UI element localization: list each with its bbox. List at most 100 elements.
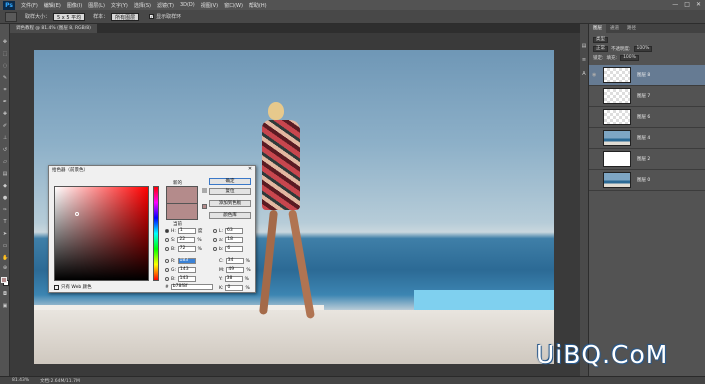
tab-layers[interactable]: 图层	[589, 24, 606, 33]
zoom-level[interactable]: 81.43%	[12, 378, 29, 383]
layer-row[interactable]: 图层 6	[589, 107, 705, 128]
checkbox-checked[interactable]: ✓	[149, 14, 155, 19]
sample-size-select[interactable]: 5 x 5 平均	[53, 12, 86, 21]
close-button[interactable]: ✕	[696, 1, 701, 8]
dodge-tool-icon[interactable]: ●	[2, 196, 8, 201]
tab-paths[interactable]: 路径	[623, 24, 640, 33]
add-to-swatches-button[interactable]: 添加到色板	[209, 200, 251, 207]
checkbox-unchecked[interactable]	[54, 284, 59, 290]
black-unit: %	[245, 285, 250, 291]
move-tool-icon[interactable]: ✥	[2, 40, 8, 45]
history-brush-tool-icon[interactable]: ↺	[2, 148, 8, 153]
menu-layer[interactable]: 图层(L)	[88, 2, 105, 9]
lasso-tool-icon[interactable]: ◌	[2, 64, 8, 69]
eyedropper-tool-icon[interactable]: ✒	[2, 100, 8, 105]
green-radio[interactable]	[165, 268, 169, 272]
lab-l-radio[interactable]	[213, 229, 217, 233]
quick-select-tool-icon[interactable]: ✎	[2, 76, 8, 81]
color-field[interactable]	[54, 186, 149, 281]
gradient-tool-icon[interactable]: ▤	[2, 172, 8, 177]
layer-row[interactable]: 图层 7	[589, 86, 705, 107]
hex-input[interactable]: b78f8f	[170, 284, 213, 290]
hue-slider[interactable]	[153, 186, 159, 281]
menu-image[interactable]: 图像(I)	[67, 2, 82, 9]
cyan-input[interactable]: 34	[225, 258, 244, 264]
hand-tool-icon[interactable]: ✋	[2, 256, 8, 261]
color-picker-cursor[interactable]	[75, 212, 79, 216]
brightness-radio[interactable]	[165, 247, 169, 251]
ok-button[interactable]: 确定	[209, 178, 251, 185]
path-select-tool-icon[interactable]: ➤	[2, 232, 8, 237]
hue-input[interactable]: 1	[177, 228, 196, 234]
menu-edit[interactable]: 编辑(E)	[44, 2, 61, 9]
reset-button[interactable]: 复位	[209, 188, 251, 195]
menu-select[interactable]: 选择(S)	[134, 2, 151, 9]
blue-radio[interactable]	[165, 277, 169, 281]
document-tab[interactable]: 调色教程 @ 81.4% (图层 8, RGB/8)	[10, 24, 97, 33]
zoom-tool-icon[interactable]: ⊕	[2, 266, 8, 271]
pen-tool-icon[interactable]: ✑	[2, 208, 8, 213]
color-libraries-button[interactable]: 颜色库	[209, 212, 251, 219]
lab-a-radio[interactable]	[213, 238, 217, 242]
healing-brush-tool-icon[interactable]: ✚	[2, 112, 8, 117]
shape-tool-icon[interactable]: ▭	[2, 244, 8, 249]
only-web-colors-checkbox[interactable]: 只有 Web 颜色	[54, 284, 92, 290]
fill-input[interactable]: 100%	[620, 55, 639, 61]
eraser-tool-icon[interactable]: ▱	[2, 160, 8, 165]
show-ring-checkbox[interactable]: ✓ 显示取样环	[149, 13, 181, 20]
layer-kind-filter[interactable]: 类型	[593, 37, 608, 43]
out-of-gamut-icon[interactable]	[202, 188, 207, 193]
minimize-button[interactable]: —	[672, 1, 678, 8]
quick-mask-icon[interactable]: ◘	[2, 292, 8, 297]
eyedropper-tool-preset[interactable]	[5, 11, 17, 22]
saturation-input[interactable]: 22	[177, 237, 196, 243]
lab-a-input[interactable]: 18	[225, 237, 244, 243]
history-panel-icon[interactable]: ▤	[581, 44, 587, 49]
menu-file[interactable]: 文件(F)	[21, 2, 38, 9]
blue-input[interactable]: 143	[177, 276, 196, 282]
red-radio[interactable]	[165, 259, 169, 263]
menu-view[interactable]: 视图(V)	[201, 2, 218, 9]
lab-b-radio[interactable]	[213, 247, 217, 251]
marquee-tool-icon[interactable]: ⬚	[2, 52, 8, 57]
foreground-color-swatch[interactable]	[1, 277, 7, 283]
brightness-label: B:	[171, 246, 176, 252]
red-input[interactable]: 183	[177, 258, 196, 264]
menu-filter[interactable]: 滤镜(T)	[157, 2, 174, 9]
status-bar: 81.43% 文档:2.64M/11.7M	[0, 376, 705, 384]
web-safe-cube-icon[interactable]	[202, 204, 207, 209]
sample-select[interactable]: 所有图层	[111, 12, 140, 21]
menu-window[interactable]: 窗口(W)	[224, 2, 243, 9]
menu-help[interactable]: 帮助(H)	[249, 2, 267, 9]
saturation-radio[interactable]	[165, 238, 169, 242]
current-color-swatch[interactable]	[166, 203, 198, 220]
menu-type[interactable]: 文字(Y)	[111, 2, 128, 9]
layer-row[interactable]: 图层 0	[589, 170, 705, 191]
layer-row[interactable]: 图层 2	[589, 149, 705, 170]
blend-mode-select[interactable]: 正常	[593, 46, 608, 52]
layer-row[interactable]: ◉ 图层 8	[589, 65, 705, 86]
lab-b-input[interactable]: 6	[225, 246, 244, 252]
properties-panel-icon[interactable]: ≡	[581, 58, 587, 63]
layer-row[interactable]: 图层 4	[589, 128, 705, 149]
blur-tool-icon[interactable]: ◆	[2, 184, 8, 189]
tab-channels[interactable]: 通道	[606, 24, 623, 33]
screen-mode-icon[interactable]: ▣	[2, 304, 8, 309]
crop-tool-icon[interactable]: ⌗	[2, 88, 8, 93]
green-input[interactable]: 143	[178, 267, 197, 273]
visibility-eye-icon[interactable]: ◉	[592, 72, 598, 78]
hue-radio[interactable]	[165, 229, 169, 233]
dialog-close-icon[interactable]: ✕	[247, 166, 253, 172]
lab-l-input[interactable]: 63	[225, 228, 244, 234]
clone-stamp-tool-icon[interactable]: ⊥	[2, 136, 8, 141]
maximize-button[interactable]: □	[684, 1, 690, 8]
brush-tool-icon[interactable]: ✐	[2, 124, 8, 129]
black-input[interactable]: 0	[225, 285, 244, 291]
brightness-input[interactable]: 72	[177, 246, 196, 252]
opacity-input[interactable]: 100%	[633, 46, 653, 52]
yellow-input[interactable]: 38	[224, 276, 243, 282]
character-panel-icon[interactable]: A	[581, 72, 587, 77]
menu-3d[interactable]: 3D(D)	[180, 2, 195, 8]
type-tool-icon[interactable]: T	[2, 220, 8, 225]
magenta-input[interactable]: 49	[226, 267, 245, 273]
